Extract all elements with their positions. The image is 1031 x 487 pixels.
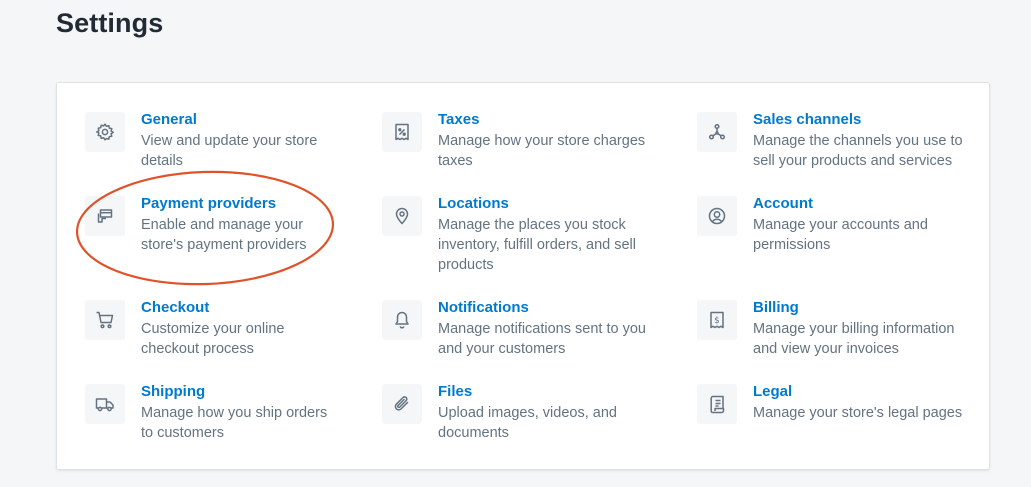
- setting-files-description: Upload images, videos, and documents: [438, 405, 617, 441]
- setting-files-title: Files: [438, 383, 473, 400]
- setting-payment-providers-description: Enable and manage your store's payment p…: [141, 217, 307, 253]
- location-pin-icon: [382, 196, 422, 236]
- setting-general-description: View and update your store details: [141, 133, 318, 169]
- setting-legal-title: Legal: [753, 383, 793, 400]
- setting-checkout-description: Customize your online checkout process: [141, 321, 285, 357]
- setting-taxes-description: Manage how your store charges taxes: [438, 133, 646, 169]
- setting-notifications-description: Manage notifications sent to you and you…: [438, 321, 646, 357]
- setting-payment-providers-title: Payment providers: [141, 195, 277, 212]
- payment-card-icon: [85, 196, 125, 236]
- setting-general-title: General: [141, 111, 197, 128]
- setting-billing-description: Manage your billing information and view…: [753, 321, 955, 357]
- gear-icon: [85, 112, 125, 152]
- setting-legal-description: Manage your store's legal pages: [753, 405, 963, 421]
- setting-taxes-title: Taxes: [438, 111, 480, 128]
- page-title: Settings: [56, 8, 164, 38]
- channels-icon: [697, 112, 737, 152]
- setting-sales-channels-title: Sales channels: [753, 111, 862, 128]
- setting-account-description: Manage your accounts and permissions: [753, 217, 928, 253]
- svg-text:$: $: [714, 316, 719, 326]
- tax-receipt-icon: [382, 112, 422, 152]
- document-icon: [697, 384, 737, 424]
- setting-locations-title: Locations: [438, 195, 509, 212]
- cart-icon: [85, 300, 125, 340]
- setting-account-title: Account: [753, 195, 813, 212]
- user-circle-icon: [697, 196, 737, 236]
- setting-shipping-title: Shipping: [141, 383, 206, 400]
- setting-checkout-title: Checkout: [141, 299, 210, 316]
- setting-sales-channels-description: Manage the channels you use to sell your…: [753, 133, 963, 169]
- bell-icon: [382, 300, 422, 340]
- settings-card: General View and update your store detai…: [56, 82, 990, 470]
- billing-icon: $: [697, 300, 737, 340]
- setting-billing-title: Billing: [753, 299, 799, 316]
- paperclip-icon: [382, 384, 422, 424]
- setting-notifications-title: Notifications: [438, 299, 529, 316]
- truck-icon: [85, 384, 125, 424]
- setting-locations-description: Manage the places you stock inventory, f…: [438, 217, 636, 273]
- setting-shipping-description: Manage how you ship orders to customers: [141, 405, 328, 441]
